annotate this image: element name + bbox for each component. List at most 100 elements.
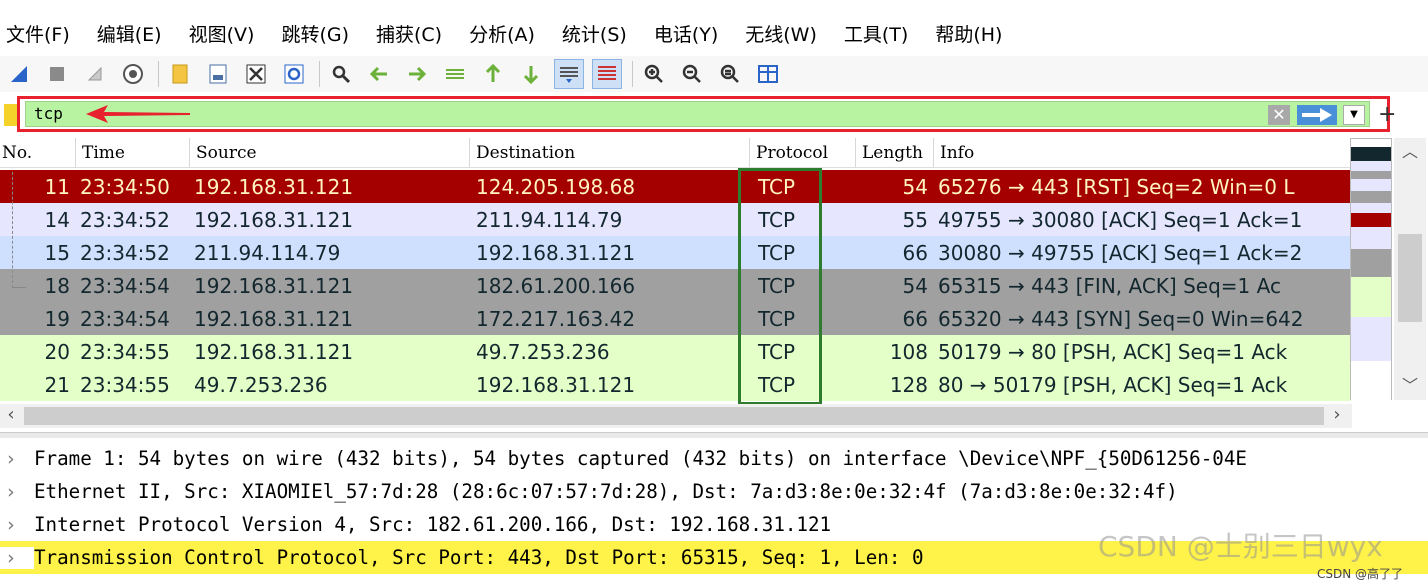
column-header-source[interactable]: Source: [190, 138, 470, 167]
scroll-right-icon[interactable]: ›: [1326, 404, 1348, 428]
save-file-icon[interactable]: [203, 59, 233, 89]
last-packet-icon[interactable]: [516, 59, 546, 89]
minimap-band: [1351, 227, 1391, 249]
minimap-band: [1351, 161, 1391, 171]
go-to-packet-icon[interactable]: [440, 59, 470, 89]
packet-row[interactable]: 20 23:34:55 192.168.31.121 49.7.253.236 TCP 1…: [0, 335, 1352, 368]
packet-row[interactable]: 11 23:34:50 192.168.31.121 124.205.198.68 TC…: [0, 170, 1352, 203]
detail-tree-label: Ethernet II, Src: XIAOMIEl_57:7d:28 (28:…: [34, 480, 1178, 503]
packet-destination-cell: 211.94.114.79: [476, 207, 623, 232]
scroll-up-icon[interactable]: ︿: [1394, 140, 1426, 164]
packet-protocol-cell: TCP: [758, 339, 796, 364]
packet-row[interactable]: 15 23:34:52 211.94.114.79 192.168.31.121 TCP…: [0, 236, 1352, 269]
packet-length-cell: 128: [889, 372, 928, 397]
detail-tree-item[interactable]: › Frame 1: 54 bytes on wire (432 bits), 5…: [0, 442, 1428, 475]
toolbar-separator: [158, 61, 159, 87]
packet-list-vertical-scrollbar[interactable]: ︿ ﹀: [1394, 138, 1426, 400]
column-header-protocol[interactable]: Protocol: [750, 138, 856, 167]
expand-chevron-icon[interactable]: ›: [0, 481, 34, 503]
menu-item-8[interactable]: 无线(W): [745, 20, 817, 47]
zoom-out-icon[interactable]: [677, 59, 707, 89]
detail-tree-item[interactable]: › Ethernet II, Src: XIAOMIEl_57:7d:28 (28…: [0, 475, 1428, 508]
packet-minimap[interactable]: [1350, 138, 1392, 411]
packet-source-cell: 49.7.253.236: [194, 372, 328, 397]
packet-row[interactable]: 18 23:34:54 192.168.31.121 182.61.200.166 TC…: [0, 269, 1352, 302]
packet-length-cell: 55: [902, 207, 928, 232]
packet-list-horizontal-scrollbar[interactable]: ‹ ›: [0, 404, 1352, 428]
detail-tree-label: Frame 1: 54 bytes on wire (432 bits), 54…: [34, 447, 1247, 470]
packet-length-cell: 54: [902, 174, 928, 199]
detail-tree-label: Transmission Control Protocol, Src Port:…: [34, 546, 924, 569]
scrollbar-thumb[interactable]: [24, 407, 1324, 425]
zoom-in-icon[interactable]: [639, 59, 669, 89]
scroll-left-icon[interactable]: ‹: [0, 404, 22, 428]
colorize-icon[interactable]: [592, 59, 622, 89]
minimap-band: [1351, 277, 1391, 317]
menu-item-3[interactable]: 跳转(G): [281, 20, 349, 47]
packet-protocol-cell: TCP: [758, 306, 796, 331]
packet-no-cell: 19: [44, 306, 70, 331]
stop-capture-icon[interactable]: [42, 59, 72, 89]
menu-bar: 文件(F) 编辑(E) 视图(V) 跳转(G) 捕获(C) 分析(A) 统计(S) 电话(Y)…: [0, 15, 1428, 51]
packet-rows: 11 23:34:50 192.168.31.121 124.205.198.68 TC…: [0, 170, 1352, 401]
packet-info-cell: 65276 → 443 [RST] Seq=2 Win=0 L: [938, 174, 1295, 199]
autoscroll-icon[interactable]: [554, 59, 584, 89]
packet-time-cell: 23:34:50: [80, 174, 170, 199]
menu-item-2[interactable]: 视图(V): [189, 20, 255, 47]
packet-source-cell: 211.94.114.79: [194, 240, 341, 265]
normal-size-icon[interactable]: [715, 59, 745, 89]
go-forward-icon[interactable]: [402, 59, 432, 89]
add-filter-button[interactable]: +: [1378, 102, 1396, 127]
packet-no-cell: 20: [44, 339, 70, 364]
expand-chevron-icon[interactable]: ›: [0, 546, 34, 569]
menu-item-0[interactable]: 文件(F): [6, 20, 70, 47]
menu-item-6[interactable]: 统计(S): [562, 20, 627, 47]
expand-chevron-icon[interactable]: ›: [0, 514, 34, 536]
display-filter-bar: tcp ✕ ▼ +: [0, 96, 1428, 134]
packet-time-cell: 23:34:55: [80, 372, 170, 397]
column-header-time[interactable]: Time: [76, 138, 190, 167]
minimap-band: [1351, 171, 1391, 179]
packet-row[interactable]: 14 23:34:52 192.168.31.121 211.94.114.79 TCP…: [0, 203, 1352, 236]
expand-chevron-icon[interactable]: ›: [0, 448, 34, 470]
column-header-destination[interactable]: Destination: [470, 138, 750, 167]
minimap-band: [1351, 203, 1391, 213]
first-packet-icon[interactable]: [478, 59, 508, 89]
menu-item-7[interactable]: 电话(Y): [654, 20, 718, 47]
menu-item-4[interactable]: 捕获(C): [376, 20, 442, 47]
packet-source-cell: 192.168.31.121: [194, 306, 354, 331]
restart-capture-icon[interactable]: [80, 59, 110, 89]
packet-protocol-cell: TCP: [758, 174, 796, 199]
main-toolbar: [0, 56, 1428, 92]
filter-bookmark-icon[interactable]: [4, 104, 18, 126]
scrollbar-thumb[interactable]: [1398, 234, 1422, 322]
pane-splitter[interactable]: [0, 432, 1428, 438]
packet-row[interactable]: 19 23:34:54 192.168.31.121 172.217.163.42 TC…: [0, 302, 1352, 335]
column-header-no[interactable]: No.: [0, 138, 76, 167]
column-header-info[interactable]: Info: [934, 138, 1348, 167]
minimap-band: [1351, 179, 1391, 191]
menu-item-10[interactable]: 帮助(H): [935, 20, 1002, 47]
minimap-band: [1351, 191, 1391, 203]
packet-length-cell: 54: [902, 273, 928, 298]
column-header-length[interactable]: Length: [856, 138, 934, 167]
start-capture-icon[interactable]: [4, 59, 34, 89]
open-file-icon[interactable]: [165, 59, 195, 89]
packet-no-cell: 21: [44, 372, 70, 397]
packet-info-cell: 65320 → 443 [SYN] Seq=0 Win=642: [938, 306, 1304, 331]
menu-item-5[interactable]: 分析(A): [469, 20, 535, 47]
close-file-icon[interactable]: [241, 59, 271, 89]
packet-row[interactable]: 21 23:34:55 49.7.253.236 192.168.31.121 TCP 1…: [0, 368, 1352, 401]
minimap-band: [1351, 361, 1391, 411]
find-packet-icon[interactable]: [326, 59, 356, 89]
resize-columns-icon[interactable]: [753, 59, 783, 89]
packet-source-cell: 192.168.31.121: [194, 174, 354, 199]
menu-item-9[interactable]: 工具(T): [844, 20, 908, 47]
toolbar-separator: [632, 61, 633, 87]
scroll-down-icon[interactable]: ﹀: [1394, 374, 1426, 398]
reload-file-icon[interactable]: [279, 59, 309, 89]
go-back-icon[interactable]: [364, 59, 394, 89]
annotation-filter-highlight: [17, 96, 1390, 132]
menu-item-1[interactable]: 编辑(E): [97, 20, 162, 47]
capture-options-icon[interactable]: [118, 59, 148, 89]
